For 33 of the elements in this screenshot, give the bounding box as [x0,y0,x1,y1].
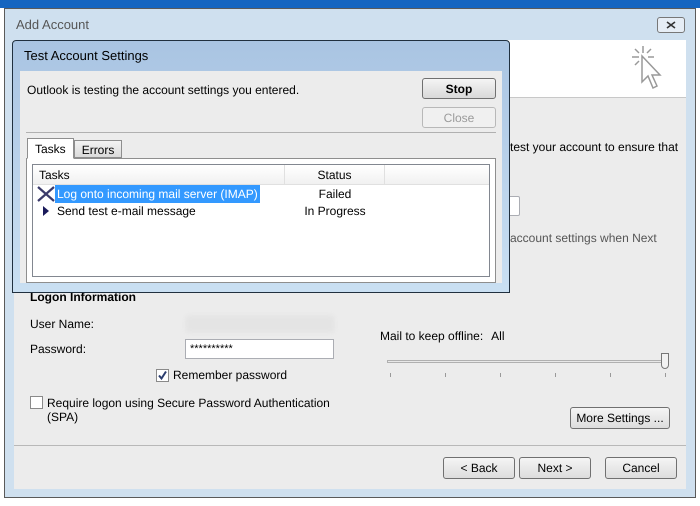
offline-slider[interactable] [387,351,669,377]
checkbox[interactable] [156,368,169,382]
status-message: Outlook is testing the account settings you entered. [26,82,300,99]
arrow-icon [43,206,49,216]
task-status: In Progress [303,202,367,220]
failed-x-icon [37,186,55,202]
slider-value: All [491,328,505,345]
more-settings-button[interactable]: More Settings ... [570,407,670,429]
password-field[interactable]: ********** [185,339,334,359]
column-header: Tasks [33,165,285,184]
checkbox[interactable] [30,396,43,409]
close-icon [666,20,676,28]
checkbox-label: Require logon using Secure Password Authentication (SPA) [47,396,331,424]
task-name[interactable]: Send test e-mail message [55,202,198,220]
description-text: test your account to ensure that [509,139,680,156]
field-label: Password: [30,341,88,358]
column-header: Status [285,165,385,184]
window-title: Add Account [16,16,89,34]
description-text: account settings when Next [509,230,658,247]
dialog-button[interactable]: Stop [422,78,496,99]
field-label: User Name: [30,316,96,333]
wizard-button[interactable]: Next > [519,456,591,478]
section-heading: Logon Information [30,289,137,306]
task-status: Failed [318,186,352,202]
close-button[interactable] [657,16,685,32]
wizard-button[interactable]: Cancel [605,456,677,478]
wizard-button[interactable]: < Back [443,456,515,478]
checkbox-label: Remember password [173,367,288,384]
tab[interactable]: Errors [74,140,122,158]
tab[interactable]: Tasks [27,138,74,159]
dialog-title: Test Account Settings [24,47,148,66]
slider-thumb[interactable] [661,353,669,369]
slider-label: Mail to keep offline: [380,328,484,345]
